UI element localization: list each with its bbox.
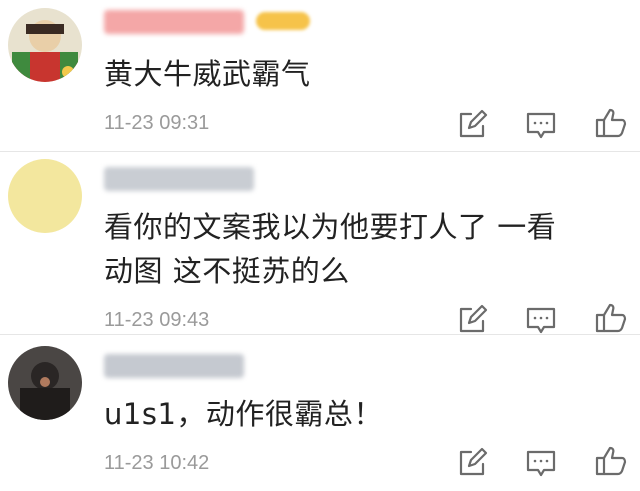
- comment-item: u1s1，动作很霸总！ 11-23 10:42: [0, 334, 640, 491]
- comment-text: 动图 这不挺苏的么: [104, 254, 350, 288]
- comment-text: 看你的文案我以为他要打人了 一看: [104, 210, 557, 244]
- timestamp: 11-23 09:43: [104, 309, 210, 331]
- vip-badge: [256, 12, 310, 30]
- comment-icon[interactable]: [524, 108, 558, 142]
- avatar[interactable]: [8, 346, 82, 420]
- edit-icon[interactable]: [455, 108, 489, 142]
- comment-text: u1s1，动作很霸总！: [104, 397, 383, 431]
- timestamp: 11-23 09:31: [104, 112, 210, 134]
- thumbs-up-icon[interactable]: [594, 301, 628, 335]
- comment-icon[interactable]: [524, 303, 558, 337]
- comment-icon[interactable]: [524, 446, 558, 480]
- comment-item: 黄大牛威武霸气 11-23 09:31: [0, 0, 640, 150]
- username[interactable]: [104, 354, 244, 378]
- avatar[interactable]: [8, 8, 82, 82]
- thumbs-up-icon[interactable]: [594, 444, 628, 478]
- username[interactable]: [104, 167, 254, 191]
- username[interactable]: [104, 10, 244, 34]
- timestamp: 11-23 10:42: [104, 452, 210, 474]
- comment-text: 黄大牛威武霸气: [104, 57, 311, 91]
- edit-icon[interactable]: [455, 446, 489, 480]
- thumbs-up-icon[interactable]: [594, 106, 628, 140]
- comment-item: 看你的文案我以为他要打人了 一看 动图 这不挺苏的么 11-23 09:43: [0, 151, 640, 335]
- avatar[interactable]: [8, 159, 82, 233]
- edit-icon[interactable]: [455, 303, 489, 337]
